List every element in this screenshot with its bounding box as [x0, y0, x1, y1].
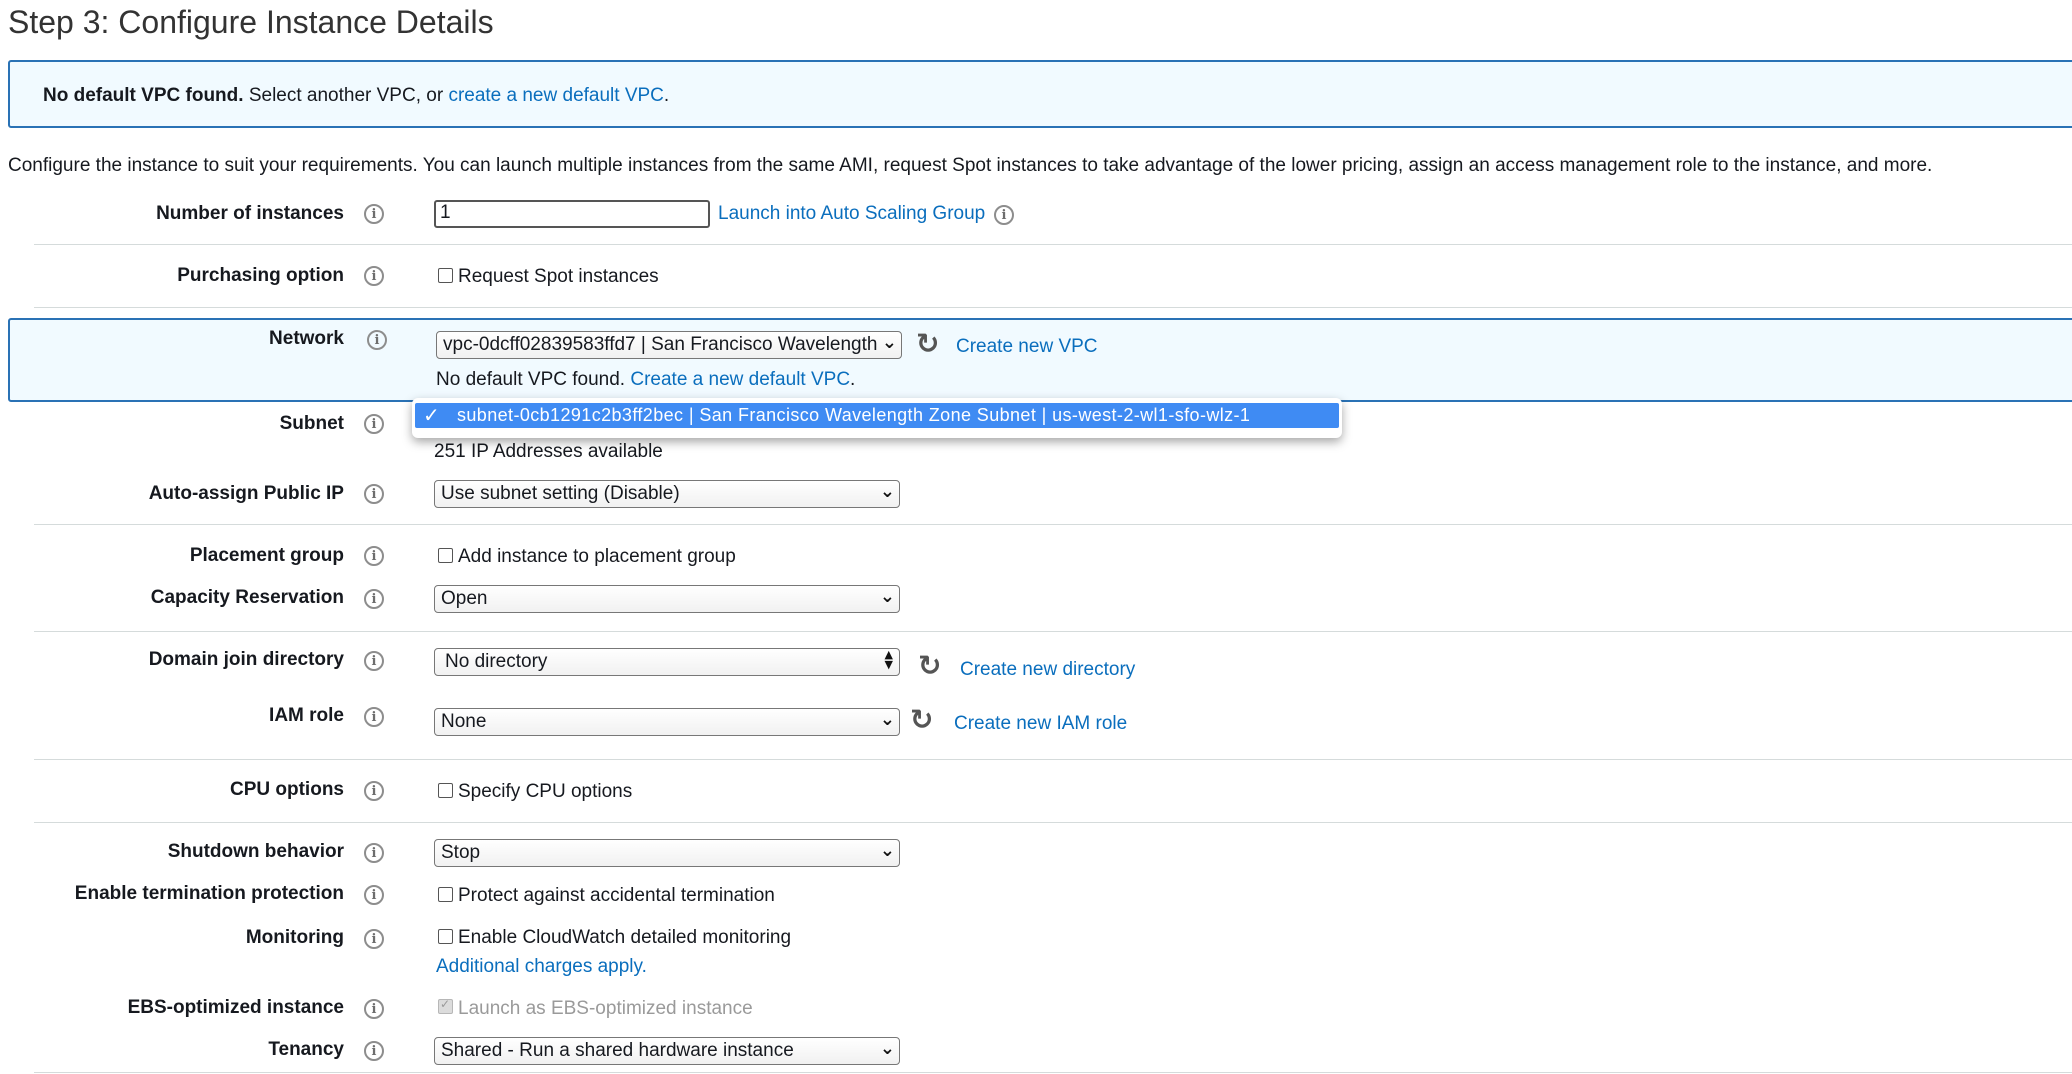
info-icon[interactable]: i: [364, 589, 384, 609]
refresh-icon[interactable]: ↻: [918, 652, 941, 680]
info-icon[interactable]: i: [364, 1041, 384, 1061]
info-icon[interactable]: i: [994, 205, 1014, 225]
num-instances-input[interactable]: 1: [434, 200, 710, 228]
info-icon[interactable]: i: [367, 330, 387, 350]
create-vpc-link[interactable]: Create new VPC: [956, 336, 1098, 358]
page-title: Step 3: Configure Instance Details: [8, 4, 494, 40]
network-note: No default VPC found. Create a new defau…: [436, 369, 855, 391]
capacity-select[interactable]: Open ⌄: [434, 585, 900, 613]
ebs-checkbox: [438, 997, 453, 1014]
info-icon[interactable]: i: [364, 885, 384, 905]
monitoring-label: Monitoring: [245, 927, 344, 948]
create-default-vpc-link[interactable]: create a new default VPC: [448, 85, 663, 106]
divider: [34, 631, 2072, 632]
chevron-down-icon: ⌄: [879, 481, 895, 502]
ip-available-text: 251 IP Addresses available: [434, 441, 663, 462]
additional-charges-link[interactable]: Additional charges apply.: [436, 956, 647, 978]
cpu-checkbox-label[interactable]: Specify CPU options: [458, 781, 632, 803]
iam-select-value: None: [441, 711, 487, 732]
public-ip-label: Auto-assign Public IP: [148, 483, 344, 504]
spot-checkbox-label[interactable]: Request Spot instances: [458, 266, 659, 288]
chevron-down-icon: ⌄: [879, 1038, 895, 1059]
intro-text: Configure the instance to suit your requ…: [8, 155, 1933, 176]
tenancy-select-value: Shared - Run a shared hardware instance: [441, 1040, 794, 1061]
network-note-end: .: [850, 369, 856, 390]
cpu-label: CPU options: [230, 779, 344, 800]
domain-select[interactable]: No directory ▲ ▼: [434, 648, 900, 676]
num-instances-label: Number of instances: [156, 203, 344, 224]
shutdown-label: Shutdown behavior: [167, 841, 344, 862]
info-icon[interactable]: i: [364, 204, 384, 224]
info-icon[interactable]: i: [364, 781, 384, 801]
subnet-label: Subnet: [279, 413, 344, 434]
alert-bold: No default VPC found.: [43, 85, 244, 106]
create-iam-role-link[interactable]: Create new IAM role: [954, 713, 1127, 735]
cpu-checkbox[interactable]: [438, 783, 453, 798]
info-icon[interactable]: i: [364, 266, 384, 286]
chevron-down-icon: ⌄: [879, 586, 895, 607]
subnet-dropdown[interactable]: ✓ subnet-0cb1291c2b3ff2bec | San Francis…: [412, 398, 1342, 438]
network-select-value: vpc-0dcff02839583ffd7 | San Francisco Wa…: [443, 334, 878, 355]
iam-select[interactable]: None ⌄: [434, 708, 900, 736]
refresh-icon[interactable]: ↻: [910, 706, 933, 734]
network-note-text: No default VPC found.: [436, 369, 626, 390]
info-icon[interactable]: i: [364, 929, 384, 949]
refresh-icon[interactable]: ↻: [916, 330, 939, 358]
tenancy-select[interactable]: Shared - Run a shared hardware instance …: [434, 1037, 900, 1065]
monitoring-checkbox-label[interactable]: Enable CloudWatch detailed monitoring: [458, 927, 791, 949]
chevron-down-icon: ⌄: [879, 709, 895, 730]
public-ip-select[interactable]: Use subnet setting (Disable) ⌄: [434, 480, 900, 508]
termination-checkbox-label[interactable]: Protect against accidental termination: [458, 885, 775, 907]
network-select[interactable]: vpc-0dcff02839583ffd7 | San Francisco Wa…: [436, 331, 902, 359]
no-vpc-alert: No default VPC found. Select another VPC…: [8, 60, 2072, 128]
ebs-checkbox-label: Launch as EBS-optimized instance: [458, 998, 753, 1019]
capacity-label: Capacity Reservation: [150, 587, 344, 608]
divider: [34, 307, 2072, 308]
placement-checkbox-label[interactable]: Add instance to placement group: [458, 546, 736, 568]
divider: [34, 759, 2072, 760]
info-icon[interactable]: i: [364, 414, 384, 434]
divider: [34, 244, 2072, 245]
divider: [34, 524, 2072, 525]
create-directory-link[interactable]: Create new directory: [960, 659, 1135, 681]
domain-select-value: No directory: [445, 651, 548, 672]
domain-label: Domain join directory: [148, 649, 344, 670]
ebs-label: EBS-optimized instance: [127, 997, 344, 1018]
select-stepper-icon: ▲ ▼: [884, 648, 893, 671]
info-icon[interactable]: i: [364, 484, 384, 504]
public-ip-select-value: Use subnet setting (Disable): [441, 483, 680, 504]
network-label: Network: [269, 328, 344, 349]
subnet-option[interactable]: ✓ subnet-0cb1291c2b3ff2bec | San Francis…: [415, 403, 1339, 428]
shutdown-select-value: Stop: [441, 842, 481, 863]
termination-label: Enable termination protection: [74, 883, 344, 904]
info-icon[interactable]: i: [364, 546, 384, 566]
shutdown-select[interactable]: Stop ⌄: [434, 839, 900, 867]
divider: [34, 1072, 2072, 1073]
chevron-down-icon: ⌄: [879, 840, 895, 861]
monitoring-checkbox[interactable]: [438, 929, 453, 944]
purchasing-label: Purchasing option: [177, 265, 344, 286]
alert-message: No default VPC found. Select another VPC…: [43, 85, 669, 107]
capacity-select-value: Open: [441, 588, 488, 609]
create-default-vpc-link-2[interactable]: Create a new default VPC: [630, 369, 850, 390]
spot-checkbox[interactable]: [438, 268, 453, 283]
info-icon[interactable]: i: [364, 707, 384, 727]
info-icon[interactable]: i: [364, 843, 384, 863]
launch-asg-link[interactable]: Launch into Auto Scaling Group: [718, 203, 985, 225]
alert-end: .: [663, 85, 670, 106]
subnet-option-label: subnet-0cb1291c2b3ff2bec | San Francisco…: [457, 405, 1251, 425]
placement-label: Placement group: [189, 545, 344, 566]
divider: [34, 822, 2072, 823]
alert-text: Select another VPC, or: [243, 85, 449, 106]
info-icon[interactable]: i: [364, 651, 384, 671]
placement-checkbox[interactable]: [438, 548, 453, 563]
iam-label: IAM role: [269, 705, 344, 726]
termination-checkbox[interactable]: [438, 887, 453, 902]
check-icon: ✓: [423, 403, 440, 427]
tenancy-label: Tenancy: [268, 1039, 344, 1060]
info-icon[interactable]: i: [364, 999, 384, 1019]
chevron-down-icon: ⌄: [881, 332, 897, 353]
